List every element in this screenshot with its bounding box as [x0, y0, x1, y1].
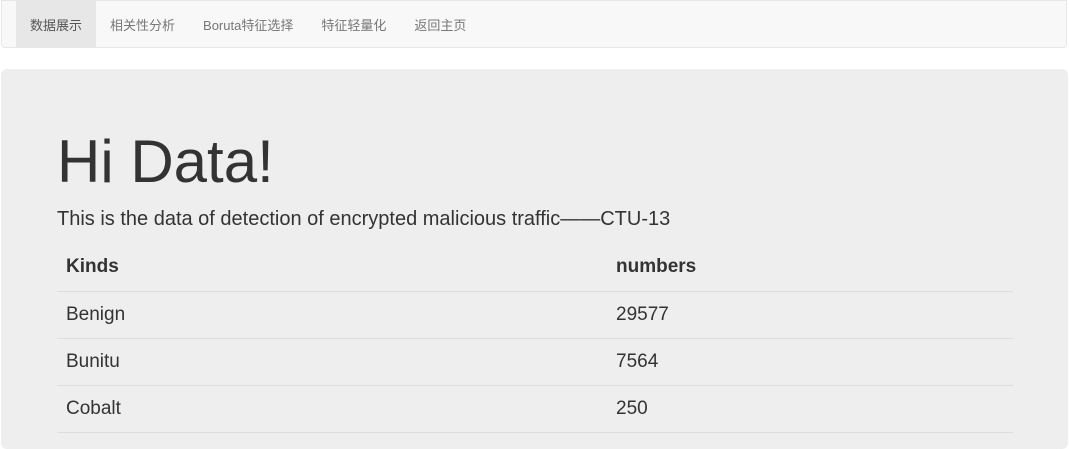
table-row: Bunitu 7564	[57, 338, 1013, 386]
nav-item-correlation-analysis[interactable]: 相关性分析	[96, 1, 189, 47]
table-row: Cobalt 250	[57, 385, 1013, 433]
nav-item-boruta-feature-selection[interactable]: Boruta特征选择	[189, 1, 307, 47]
cell-kind: Benign	[57, 291, 607, 339]
cell-number: 7564	[607, 338, 1013, 386]
cell-number: 29577	[607, 291, 1013, 339]
traffic-kinds-table: Kinds numbers Benign 29577 Bunitu 7564 C…	[57, 243, 1013, 433]
cell-kind: Cobalt	[57, 385, 607, 433]
navbar: 数据展示 相关性分析 Boruta特征选择 特征轻量化 返回主页	[1, 0, 1067, 48]
column-header-numbers: numbers	[607, 243, 1013, 292]
page-subtitle: This is the data of detection of encrypt…	[57, 208, 671, 230]
nav-item-feature-lightweighting[interactable]: 特征轻量化	[307, 1, 400, 47]
nav-item-data-display[interactable]: 数据展示	[16, 1, 97, 47]
cell-number: 250	[607, 385, 1013, 433]
table-header-row: Kinds numbers	[57, 243, 1013, 292]
column-header-kinds: Kinds	[57, 243, 607, 292]
cell-kind: Bunitu	[57, 338, 607, 386]
nav-item-back-home[interactable]: 返回主页	[400, 1, 480, 47]
table-row: Benign 29577	[57, 291, 1013, 339]
jumbotron: Hi Data! This is the data of detection o…	[1, 69, 1068, 449]
page-title: Hi Data!	[57, 128, 274, 195]
